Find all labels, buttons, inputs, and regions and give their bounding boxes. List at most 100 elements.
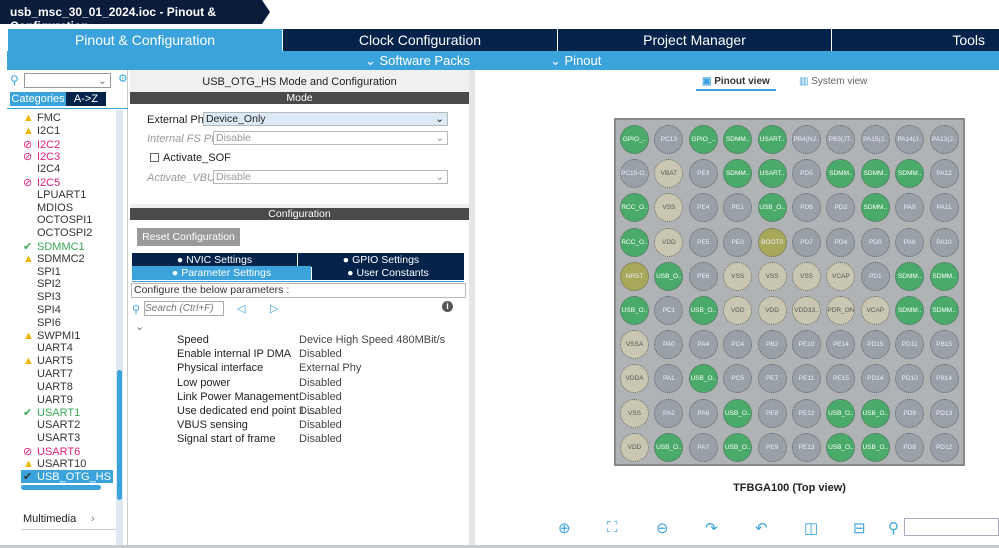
category-item[interactable]: ✔ SDMMC1 xyxy=(23,240,85,253)
category-item[interactable]: ▲ USART10 xyxy=(23,458,86,470)
pin[interactable]: PA13(J.. xyxy=(929,125,959,154)
category-item[interactable]: I2C4 xyxy=(23,163,60,175)
category-item[interactable]: SPI3 xyxy=(23,291,61,303)
pin[interactable]: PC1 xyxy=(654,296,684,325)
scrollbar-track[interactable] xyxy=(116,110,123,548)
category-item[interactable]: MDIOS xyxy=(23,202,73,214)
category-item[interactable]: SPI1 xyxy=(23,266,61,278)
pin[interactable]: SDMM.. xyxy=(895,261,925,291)
a-z-tab[interactable]: A->Z xyxy=(66,92,106,106)
pin[interactable]: PA14(J.. xyxy=(895,125,925,154)
param-name[interactable]: Low power xyxy=(177,377,230,389)
pin[interactable]: BOOT0 xyxy=(757,227,787,257)
pin[interactable]: SDMM.. xyxy=(723,125,753,154)
pin[interactable]: VSS xyxy=(792,261,821,291)
pin[interactable]: SDMM.. xyxy=(723,159,753,189)
system-view-tab[interactable]: ▥ System view xyxy=(799,76,867,87)
pin[interactable]: PE14 xyxy=(826,330,856,360)
pin[interactable]: PD14 xyxy=(860,364,890,394)
category-item[interactable]: ✔ USB_OTG_HS xyxy=(21,470,113,484)
gear-icon[interactable]: ⚙ xyxy=(118,72,128,85)
pin[interactable]: PA1 xyxy=(654,364,684,394)
pin[interactable]: GPIO_.. xyxy=(688,125,718,154)
tab-project-manager[interactable]: Project Manager xyxy=(557,29,831,51)
pin[interactable]: VDDA xyxy=(620,364,649,394)
pin[interactable]: PD13 xyxy=(929,398,959,428)
pin[interactable]: VSS xyxy=(723,261,753,291)
param-value[interactable]: Device High Speed 480MBit/s xyxy=(299,334,445,346)
pin[interactable]: PE1 xyxy=(723,193,753,223)
pin[interactable]: USB_O.. xyxy=(826,432,856,462)
tab-gpio-settings[interactable]: ● GPIO Settings xyxy=(298,253,464,267)
pin[interactable]: USB_O.. xyxy=(723,398,753,428)
pin[interactable]: PD1 xyxy=(860,261,890,291)
pin[interactable]: SDMM.. xyxy=(929,261,959,291)
pin[interactable]: PB15 xyxy=(929,330,959,360)
category-item[interactable]: ▲ SDMMC2 xyxy=(23,253,85,265)
pin[interactable]: VBAT xyxy=(654,159,684,189)
pin[interactable]: VSS xyxy=(757,261,787,291)
tab-pinout-configuration[interactable]: Pinout & Configuration xyxy=(7,29,282,51)
pin[interactable]: PC4 xyxy=(723,330,753,360)
external-phy-select[interactable]: Device_Only ⌄ xyxy=(203,112,448,126)
pin[interactable]: PD11 xyxy=(895,330,925,360)
pin[interactable]: PB3(JT.. xyxy=(826,125,856,154)
pin[interactable]: VDD xyxy=(620,432,649,462)
category-item[interactable]: ⊘ I2C2 xyxy=(23,138,60,151)
activate-vbus-select[interactable]: Disable ⌄ xyxy=(213,170,448,184)
param-value[interactable]: Disabled xyxy=(299,405,342,417)
pin[interactable]: USB_O.. xyxy=(688,364,718,394)
pin[interactable]: PC5 xyxy=(723,364,753,394)
pin[interactable]: VSSA xyxy=(620,330,649,360)
pin[interactable]: SDMM.. xyxy=(860,193,890,223)
pin[interactable]: VDD33.. xyxy=(792,296,821,325)
pin[interactable]: USB_O.. xyxy=(620,296,649,325)
param-name[interactable]: Link Power Management xyxy=(177,391,299,403)
pin[interactable]: PE8 xyxy=(757,398,787,428)
category-item[interactable]: OCTOSPI2 xyxy=(23,227,92,239)
pin[interactable]: PA2 xyxy=(654,398,684,428)
pinout-menu[interactable]: ⌄ Pinout xyxy=(550,53,601,69)
pin[interactable]: USB_O.. xyxy=(860,432,890,462)
pin[interactable]: NRST xyxy=(620,261,649,291)
pin[interactable]: USART.. xyxy=(757,125,787,154)
pin[interactable]: PD7 xyxy=(792,227,821,257)
pin[interactable]: PE9 xyxy=(757,432,787,462)
category-item[interactable]: LPUART1 xyxy=(23,189,86,201)
tab-parameter-settings[interactable]: ● Parameter Settings xyxy=(132,266,311,280)
pin[interactable]: PE0 xyxy=(723,227,753,257)
pin[interactable]: VSS xyxy=(620,398,649,428)
category-item[interactable]: SPI4 xyxy=(23,304,61,316)
pin[interactable]: VCAP xyxy=(826,261,856,291)
pin[interactable]: PE11 xyxy=(792,364,821,394)
software-packs-menu[interactable]: ⌄ Software Packs xyxy=(365,53,470,69)
pin[interactable]: PD15 xyxy=(860,330,890,360)
pin[interactable]: SDMM.. xyxy=(895,159,925,189)
param-name[interactable]: VBUS sensing xyxy=(177,419,248,431)
pin[interactable]: VCAP xyxy=(860,296,890,325)
category-item[interactable]: ▲ FMC xyxy=(23,112,61,124)
category-item[interactable]: SPI6 xyxy=(23,317,61,329)
category-item[interactable]: ⊘ USART6 xyxy=(23,445,80,458)
param-value[interactable]: Disabled xyxy=(299,377,342,389)
category-item[interactable]: SPI2 xyxy=(23,278,61,290)
pin[interactable]: PD0 xyxy=(860,227,890,257)
pin[interactable]: USB_O.. xyxy=(723,432,753,462)
category-item[interactable]: UART4 xyxy=(23,342,73,354)
pin[interactable]: SDMM.. xyxy=(860,159,890,189)
pin[interactable]: PE7 xyxy=(757,364,787,394)
pin[interactable]: PDR_ON xyxy=(826,296,856,325)
category-multimedia[interactable]: Multimedia › xyxy=(23,513,95,525)
pin[interactable]: PA4 xyxy=(688,330,718,360)
pin[interactable]: PB4(NJ.. xyxy=(792,125,821,154)
pin[interactable]: PE4 xyxy=(688,193,718,223)
internal-fs-phy-select[interactable]: Disable ⌄ xyxy=(213,131,448,145)
category-item[interactable]: ⊘ I2C5 xyxy=(23,176,60,189)
rotate-left-icon[interactable]: ↶ xyxy=(755,519,768,537)
category-item[interactable]: USART3 xyxy=(23,432,80,444)
chevron-down-icon[interactable]: ⌄ xyxy=(135,320,144,333)
flip-horizontal-icon[interactable]: ⊟ xyxy=(853,519,866,537)
pin[interactable]: PD5 xyxy=(792,159,821,189)
pin[interactable]: PD12 xyxy=(929,432,959,462)
param-value[interactable]: Disabled xyxy=(299,419,342,431)
